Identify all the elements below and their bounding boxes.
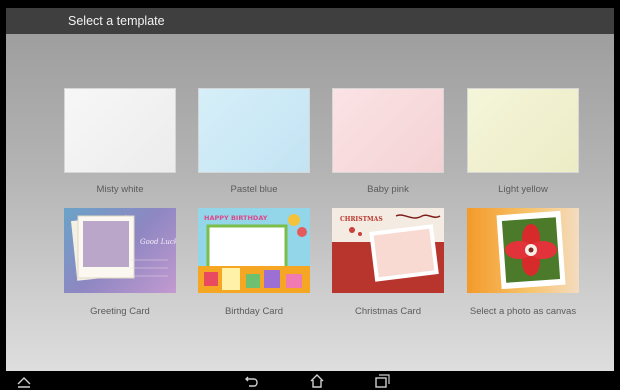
birthday-card-caption: HAPPY BIRTHDAY: [204, 214, 268, 222]
template-birthday-card[interactable]: HAPPY BIRTHDAY: [198, 208, 310, 293]
navigation-bar: [0, 371, 620, 390]
template-picker-screen: Select a template Misty white Pastel blu…: [6, 8, 614, 371]
template-photo-canvas[interactable]: [467, 208, 579, 293]
template-label: Birthday Card: [224, 306, 284, 317]
template-christmas-card[interactable]: CHRISTMAS: [332, 208, 444, 293]
home-icon[interactable]: [303, 371, 331, 390]
page-title: Select a template: [68, 14, 165, 28]
back-icon[interactable]: [238, 371, 266, 390]
greeting-card-art: Good Luck: [71, 215, 176, 281]
template-label: Baby pink: [367, 184, 409, 195]
birthday-card-art: HAPPY BIRTHDAY: [198, 208, 310, 293]
template-greeting-card[interactable]: Good Luck: [64, 208, 176, 293]
template-pastel-blue[interactable]: [198, 88, 310, 173]
template-label: Select a photo as canvas: [469, 306, 577, 317]
template-label: Greeting Card: [90, 306, 150, 317]
christmas-card-caption: CHRISTMAS: [340, 216, 383, 223]
template-label: Light yellow: [498, 184, 548, 195]
template-misty-white[interactable]: [64, 88, 176, 173]
title-bar: Select a template: [6, 8, 614, 34]
collapse-icon[interactable]: [10, 371, 38, 390]
greeting-card-caption: Good Luck: [140, 238, 176, 246]
template-label: Pastel blue: [230, 184, 278, 195]
recent-apps-icon[interactable]: [367, 371, 395, 390]
template-baby-pink[interactable]: [332, 88, 444, 173]
photo-canvas-art: [496, 210, 566, 290]
template-label: Christmas Card: [355, 306, 421, 317]
template-light-yellow[interactable]: [467, 88, 579, 173]
template-label: Misty white: [96, 184, 144, 195]
christmas-card-art: CHRISTMAS: [332, 208, 444, 293]
